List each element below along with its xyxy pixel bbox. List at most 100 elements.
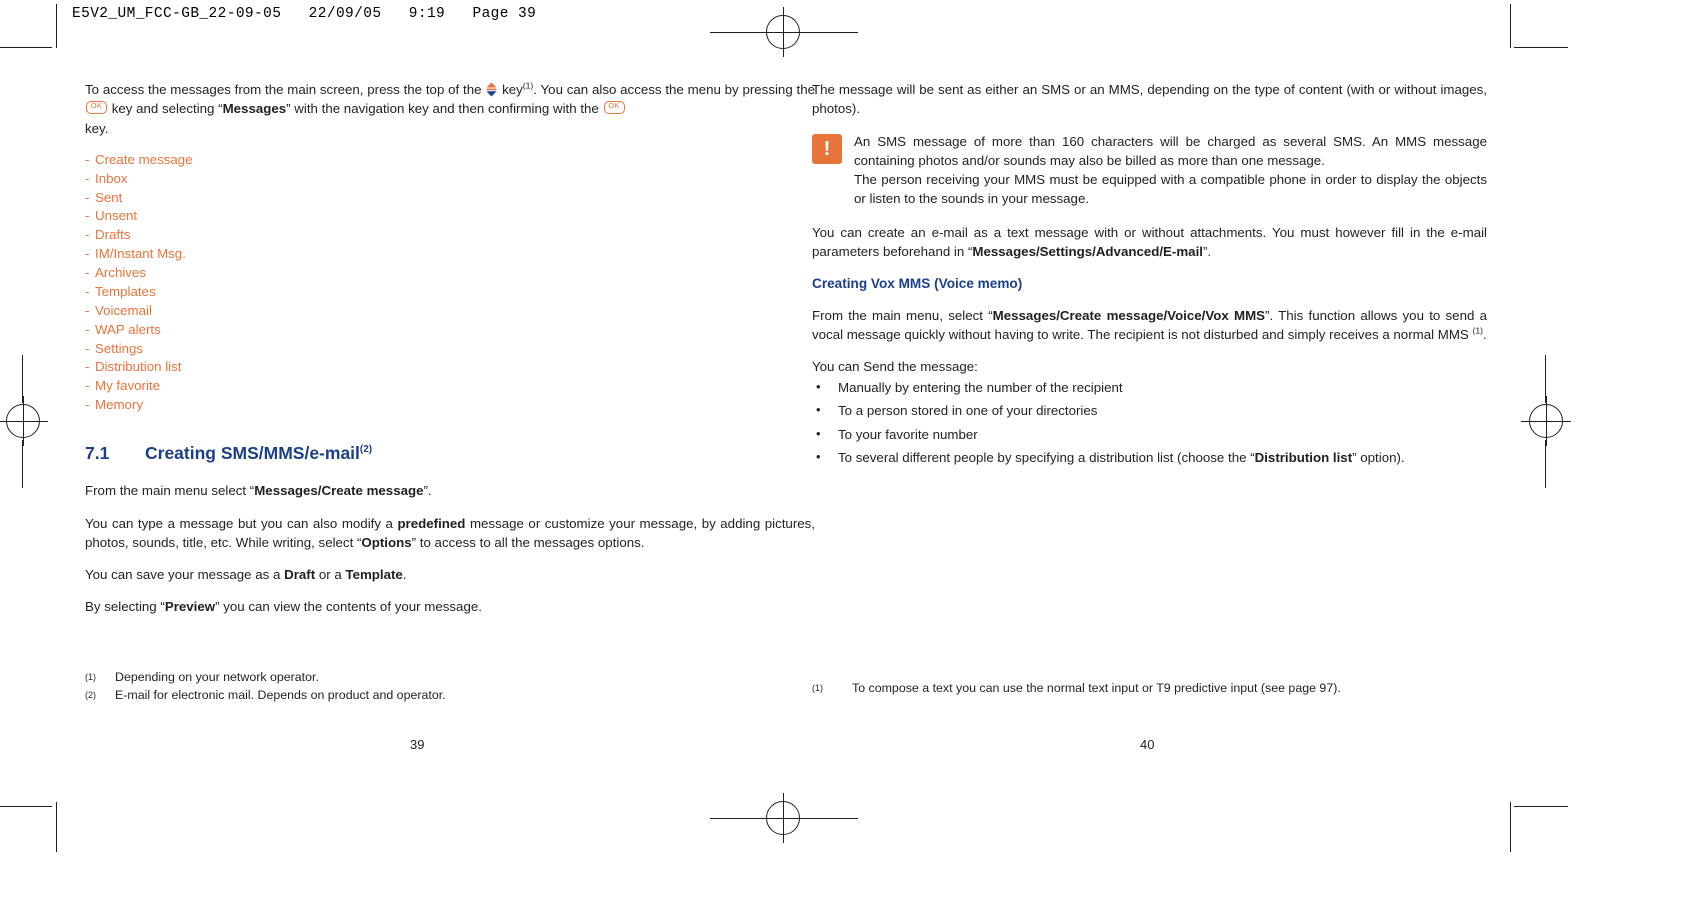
- menu-item-label: IM/Instant Msg.: [95, 246, 186, 262]
- menu-item-label: Archives: [95, 265, 146, 281]
- ok-key-label-2: OK: [608, 101, 620, 111]
- footnote-text: E-mail for electronic mail. Depends on p…: [115, 688, 446, 702]
- list-item: - My favorite: [85, 378, 161, 394]
- registration-mark-right: [1521, 396, 1571, 446]
- warning-note-box: ! An SMS message of more than 160 charac…: [812, 132, 1487, 209]
- file-slug-header: E5V2_UM_FCC-GB_22-09-05 22/09/05 9:19 Pa…: [72, 6, 537, 22]
- crop-mark-center-top: [710, 32, 760, 33]
- intro-text-2: key: [502, 82, 523, 97]
- right-page-footnotes: (1) To compose a text you can use the no…: [812, 681, 1492, 699]
- paragraph-access-messages: To access the messages from the main scr…: [85, 80, 815, 138]
- menu-item-label: Templates: [95, 283, 156, 299]
- navigation-key-icon: [485, 82, 498, 97]
- left-page-footnotes: (1) Depending on your network operator. …: [85, 670, 765, 706]
- send-option-text-2: ” option).: [1352, 450, 1405, 466]
- crop-mark-left-top: [56, 4, 57, 48]
- crop-mark-center-top-right: [808, 32, 858, 33]
- email-text-2: ”.: [1202, 243, 1212, 259]
- preview-text-1: By selecting “: [85, 599, 165, 615]
- email-bold-path: Messages/Settings/Advanced/E-mail: [972, 243, 1203, 259]
- menu-item-label: Unsent: [95, 208, 138, 224]
- ok-key-label: OK: [90, 101, 103, 111]
- footnote-mark: (1): [85, 672, 96, 682]
- paragraph-send-intro: You can Send the message:: [812, 359, 978, 375]
- crop-mark-bottom-rule-right: [1514, 806, 1568, 807]
- footnote-row: (1) To compose a text you can use the no…: [812, 681, 1492, 695]
- warning-line-1: An SMS message of more than 160 characte…: [854, 133, 1487, 168]
- save-text-3: .: [402, 567, 407, 583]
- warning-line-2: The person receiving your MMS must be eq…: [854, 172, 1487, 207]
- section-title: Creating SMS/MMS/e-mail(2): [145, 441, 372, 466]
- paragraph-preview: By selecting “Preview” you can view the …: [85, 597, 815, 616]
- crop-mark-left-vertical-lower: [22, 440, 23, 488]
- crop-mark-bottom-rule: [0, 806, 52, 807]
- save-bold-template: Template: [345, 567, 403, 583]
- type-text-3: ” to access to all the messages options.: [411, 534, 645, 550]
- send-option-text: To several different people by specifyin…: [838, 450, 1255, 466]
- menu-item-label: Drafts: [95, 227, 131, 243]
- list-item: - WAP alerts: [85, 321, 161, 337]
- send-option-text: To a person stored in one of your direct…: [838, 403, 1098, 419]
- list-item: - Archives: [85, 265, 146, 281]
- printed-page-spread: E5V2_UM_FCC-GB_22-09-05 22/09/05 9:19 Pa…: [0, 0, 1708, 917]
- page-number-right: 40: [1140, 737, 1155, 752]
- vox-footnote-ref: (1): [1472, 325, 1483, 336]
- messages-menu-list: - Create message - Inbox - Sent - Unsent - Dr…: [85, 151, 815, 415]
- vox-text-1: From the main menu, select “: [812, 307, 993, 323]
- crop-mark-top-rule-right: [1514, 47, 1568, 48]
- subheading-creating-vox-mms: Creating Vox MMS (Voice memo): [812, 276, 1023, 292]
- send-option-bold: Distribution list: [1254, 450, 1353, 466]
- type-text-1: You can type a message but you can also …: [85, 515, 398, 531]
- paragraph-from-main-menu: From the main menu select “Messages/Crea…: [85, 481, 815, 500]
- type-bold-options: Options: [361, 534, 412, 550]
- menu-item-label: My favorite: [95, 378, 161, 394]
- save-text-1: You can save your message as a: [85, 567, 285, 583]
- registration-mark-bottom-center: [758, 793, 808, 843]
- vox-bold-path: Messages/Create message/Voice/Vox MMS: [992, 307, 1266, 323]
- preview-text-2: ” you can view the contents of your mess…: [215, 599, 482, 615]
- footnote-text: Depending on your network operator.: [115, 670, 319, 684]
- paragraph-create-email: You can create an e-mail as a text messa…: [812, 223, 1487, 262]
- footnote-ref-1: (1): [522, 80, 534, 91]
- crop-mark-left-bottom: [56, 802, 57, 852]
- menu-item-label: Sent: [95, 189, 123, 205]
- list-item: - Drafts: [85, 227, 131, 243]
- warning-icon: !: [812, 133, 842, 164]
- vox-text-3: .: [1482, 327, 1487, 343]
- list-item: - IM/Instant Msg.: [85, 246, 186, 262]
- type-bold-predefined: predefined: [397, 515, 466, 531]
- send-options-list: Manually by entering the number of the r…: [812, 378, 1487, 468]
- from-menu-pre: From the main menu select “: [85, 483, 255, 499]
- list-item: Manually by entering the number of the r…: [812, 378, 1487, 398]
- menu-item-label: Voicemail: [95, 302, 152, 318]
- crop-mark-center-bottom-right: [808, 818, 858, 819]
- send-option-text: Manually by entering the number of the r…: [838, 379, 1123, 395]
- intro-text-4: key and selecting “: [111, 101, 223, 117]
- menu-item-label: Settings: [95, 340, 144, 356]
- list-item: - Voicemail: [85, 302, 152, 318]
- registration-mark-left: [0, 396, 48, 446]
- intro-messages-bold: Messages: [222, 101, 287, 117]
- crop-mark-right-vertical-lower: [1545, 440, 1546, 488]
- section-heading: 7.1 Creating SMS/MMS/e-mail(2): [85, 441, 815, 466]
- list-item: - Settings: [85, 340, 144, 356]
- save-text-2: or a: [315, 567, 346, 583]
- page-number-left: 39: [410, 737, 425, 752]
- ok-key-icon-2: OK: [603, 101, 625, 115]
- list-item: To several different people by specifyin…: [812, 448, 1487, 468]
- right-page-column: The message will be sent as either an SM…: [812, 80, 1487, 473]
- list-item: To a person stored in one of your direct…: [812, 401, 1487, 421]
- footnote-row: (1) Depending on your network operator.: [85, 670, 765, 684]
- from-menu-post: ”.: [423, 483, 432, 499]
- menu-item-label: WAP alerts: [95, 321, 161, 337]
- paragraph-sms-or-mms: The message will be sent as either an SM…: [812, 82, 1487, 117]
- list-item: - Memory: [85, 397, 144, 413]
- section-title-text: Creating SMS/MMS/e-mail: [145, 443, 360, 464]
- menu-item-label: Create message: [95, 151, 193, 167]
- footnote-mark: (1): [812, 683, 823, 693]
- paragraph-save-message: You can save your message as a Draft or …: [85, 565, 815, 584]
- crop-mark-right-bottom: [1510, 802, 1511, 852]
- list-item: - Inbox: [85, 170, 128, 186]
- paragraph-vox-mms: From the main menu, select “Messages/Cre…: [812, 306, 1487, 345]
- footnote-mark: (2): [85, 690, 96, 700]
